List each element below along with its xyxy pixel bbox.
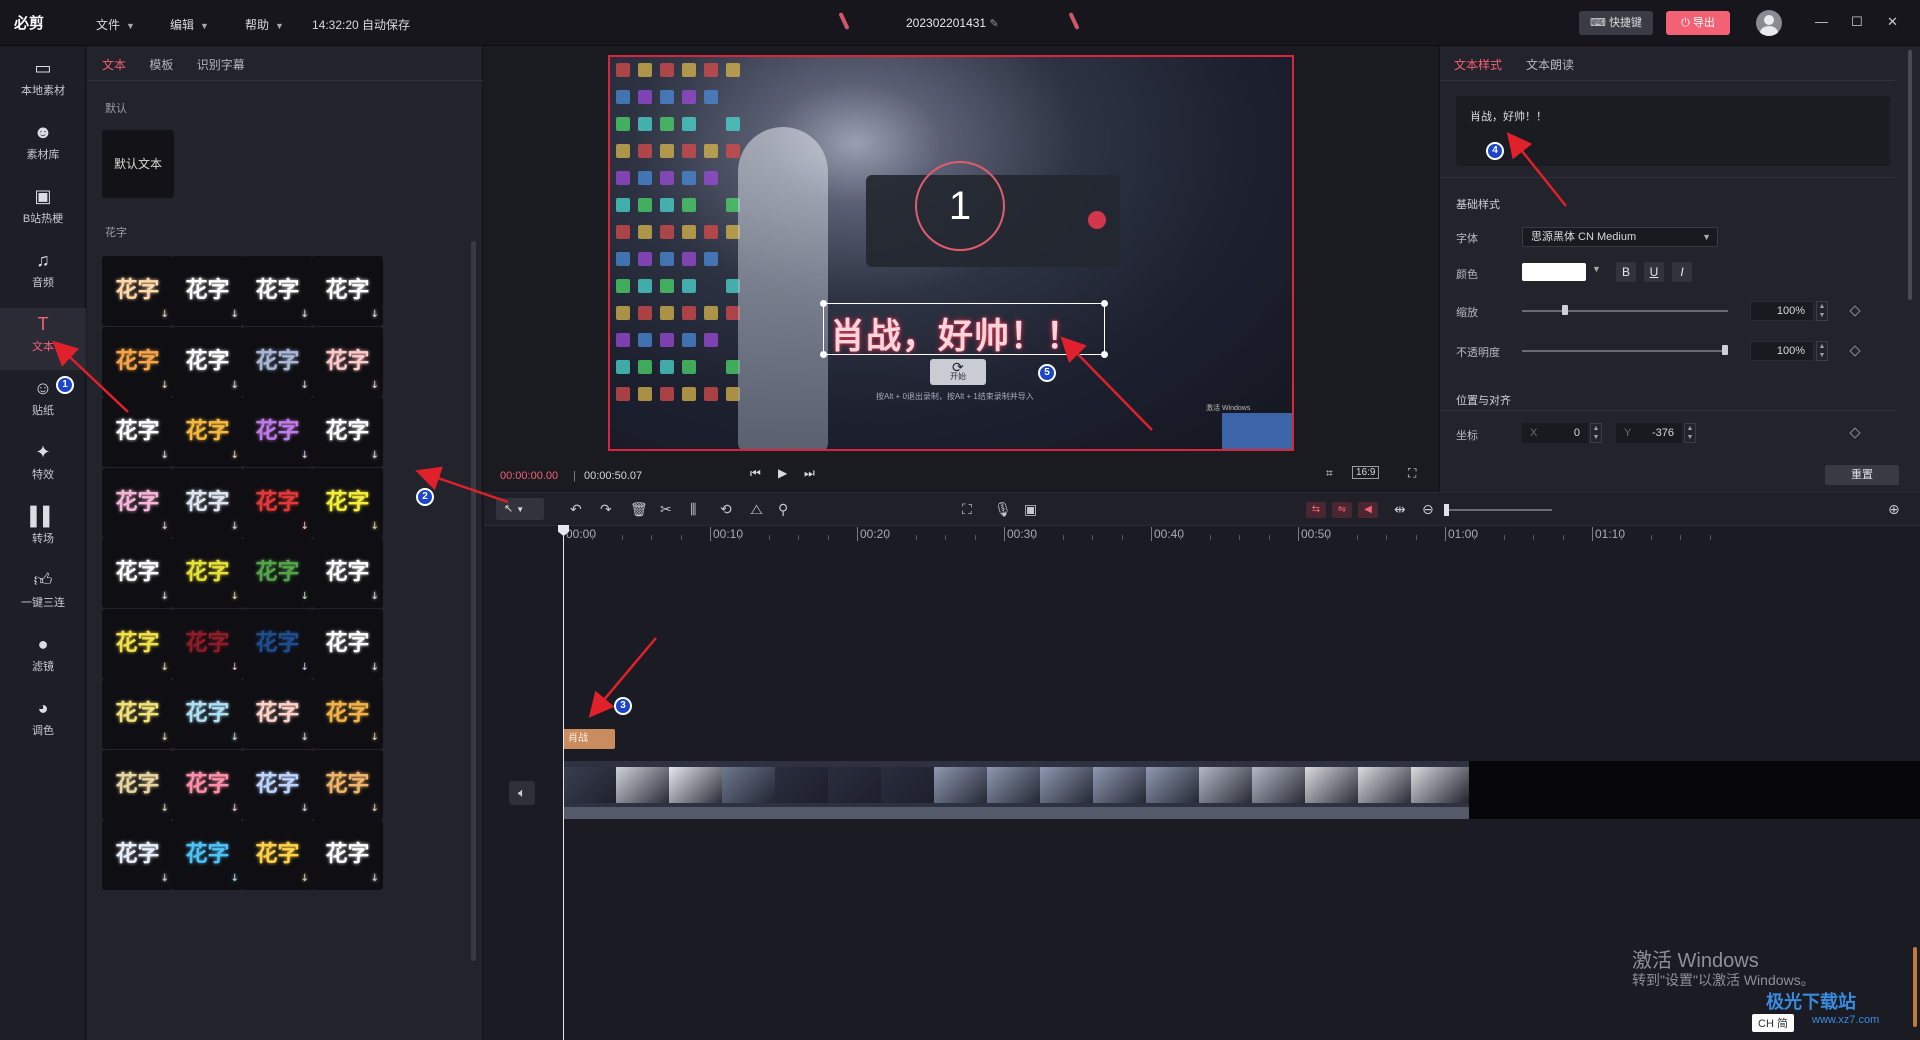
annotation-badge: 5 — [1038, 364, 1056, 382]
site-url: www.xz7.com — [1812, 1014, 1880, 1026]
annotation-badge: 3 — [614, 697, 632, 715]
annotation-badge: 2 — [416, 488, 434, 506]
ime-indicator[interactable]: CH 简 — [1752, 1014, 1794, 1032]
activate-windows-hint: 转到"设置"以激活 Windows。 — [1632, 972, 1815, 988]
activate-windows-title: 激活 Windows — [1632, 950, 1759, 972]
arrow-5 — [1060, 336, 1153, 431]
annotation-badge: 4 — [1486, 142, 1504, 160]
arrow-4 — [1506, 132, 1567, 207]
annotation-badge: 1 — [56, 376, 74, 394]
site-logo: 极光下载站 — [1766, 992, 1856, 1012]
annotation-arrows — [52, 132, 1567, 718]
